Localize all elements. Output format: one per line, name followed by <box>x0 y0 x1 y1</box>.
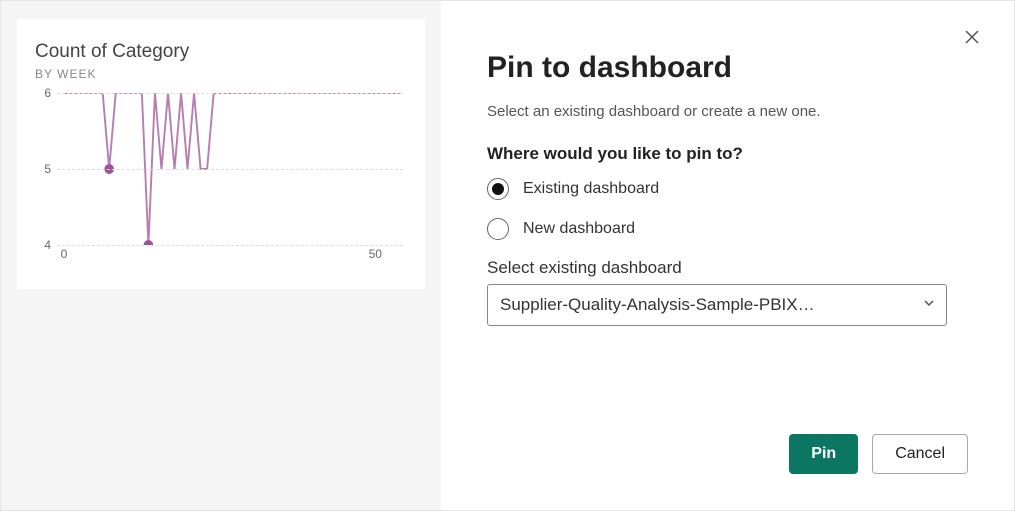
radio-label: New dashboard <box>523 220 635 238</box>
chart-preview-panel: Count of Category BY WEEK 6 5 4 <box>1 1 441 510</box>
radio-selected-dot <box>492 183 504 195</box>
close-button[interactable] <box>958 23 986 51</box>
radio-button-icon <box>487 178 509 200</box>
y-axis: 6 5 4 <box>35 93 53 245</box>
x-tick: 50 <box>369 247 382 261</box>
pin-button[interactable]: Pin <box>789 434 858 474</box>
radio-new-dashboard[interactable]: New dashboard <box>487 218 968 240</box>
pin-to-dashboard-dialog: Count of Category BY WEEK 6 5 4 <box>0 0 1015 511</box>
dashboard-select[interactable]: Supplier-Quality-Analysis-Sample-PBIX… <box>487 284 947 326</box>
gridline <box>57 245 403 246</box>
close-icon <box>964 29 980 45</box>
x-tick: 0 <box>61 247 68 261</box>
radio-label: Existing dashboard <box>523 180 659 198</box>
chart-subtitle: BY WEEK <box>35 67 407 81</box>
pin-target-heading: Where would you like to pin to? <box>487 144 968 164</box>
radio-existing-dashboard[interactable]: Existing dashboard <box>487 178 968 200</box>
gridline <box>57 93 403 94</box>
dialog-title: Pin to dashboard <box>487 51 968 85</box>
gridline <box>57 169 403 170</box>
y-tick: 5 <box>44 162 51 176</box>
chart-plot <box>57 93 403 245</box>
select-dashboard-label: Select existing dashboard <box>487 258 968 278</box>
cancel-button[interactable]: Cancel <box>872 434 968 474</box>
dashboard-select-value: Supplier-Quality-Analysis-Sample-PBIX… <box>500 295 815 314</box>
chart-title: Count of Category <box>35 41 407 63</box>
chart-area: 6 5 4 0 50 <box>35 93 407 263</box>
y-tick: 6 <box>44 86 51 100</box>
x-axis: 0 50 <box>57 247 403 263</box>
dialog-subtitle: Select an existing dashboard or create a… <box>487 103 968 120</box>
radio-button-icon <box>487 218 509 240</box>
chevron-down-icon <box>922 295 936 315</box>
y-tick: 4 <box>44 238 51 252</box>
dialog-form-panel: Pin to dashboard Select an existing dash… <box>441 1 1014 510</box>
dialog-button-row: Pin Cancel <box>789 434 968 474</box>
chart-tile: Count of Category BY WEEK 6 5 4 <box>17 19 425 289</box>
